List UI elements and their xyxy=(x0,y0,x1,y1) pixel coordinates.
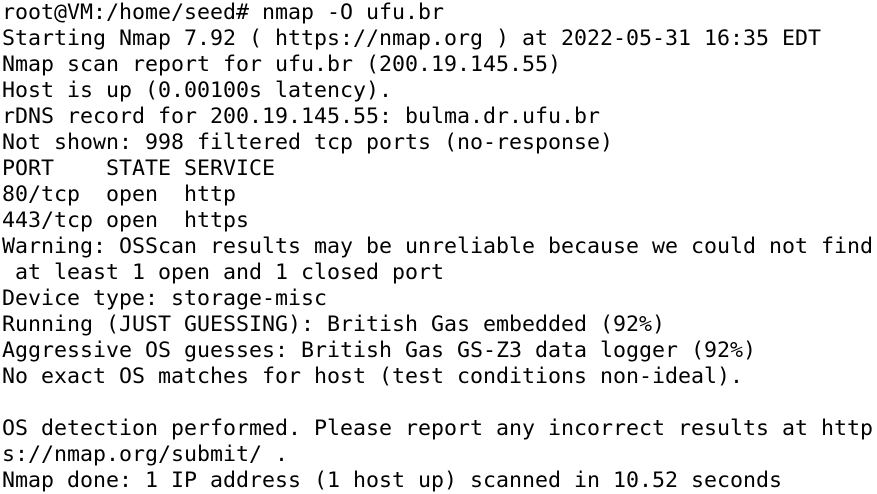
port-row: 443/tcp open https xyxy=(2,208,250,233)
not-shown-line: Not shown: 998 filtered tcp ports (no-re… xyxy=(2,130,614,155)
running-guess-line: Running (JUST GUESSING): British Gas emb… xyxy=(2,312,666,337)
command-prompt-line: root@VM:/home/seed# nmap -O ufu.br xyxy=(2,0,445,25)
no-exact-match-line: No exact OS matches for host (test condi… xyxy=(2,364,744,389)
warning-continuation-line: at least 1 open and 1 closed port xyxy=(2,260,445,285)
scan-report-line: Nmap scan report for ufu.br (200.19.145.… xyxy=(2,52,562,77)
terminal-output[interactable]: root@VM:/home/seed# nmap -O ufu.br Start… xyxy=(0,0,877,494)
nmap-done-line: Nmap done: 1 IP address (1 host up) scan… xyxy=(2,468,783,493)
os-detection-line: OS detection performed. Please report an… xyxy=(2,416,874,441)
nmap-start-line: Starting Nmap 7.92 ( https://nmap.org ) … xyxy=(2,26,822,51)
os-detection-continuation-line: s://nmap.org/submit/ . xyxy=(2,442,289,467)
aggressive-os-guesses-line: Aggressive OS guesses: British Gas GS-Z3… xyxy=(2,338,757,363)
host-status-line: Host is up (0.00100s latency). xyxy=(2,78,393,103)
rdns-record-line: rDNS record for 200.19.145.55: bulma.dr.… xyxy=(2,104,601,129)
warning-line: Warning: OSScan results may be unreliabl… xyxy=(2,234,874,259)
port-table-header: PORT STATE SERVICE xyxy=(2,156,276,181)
port-row: 80/tcp open http xyxy=(2,182,237,207)
device-type-line: Device type: storage-misc xyxy=(2,286,328,311)
